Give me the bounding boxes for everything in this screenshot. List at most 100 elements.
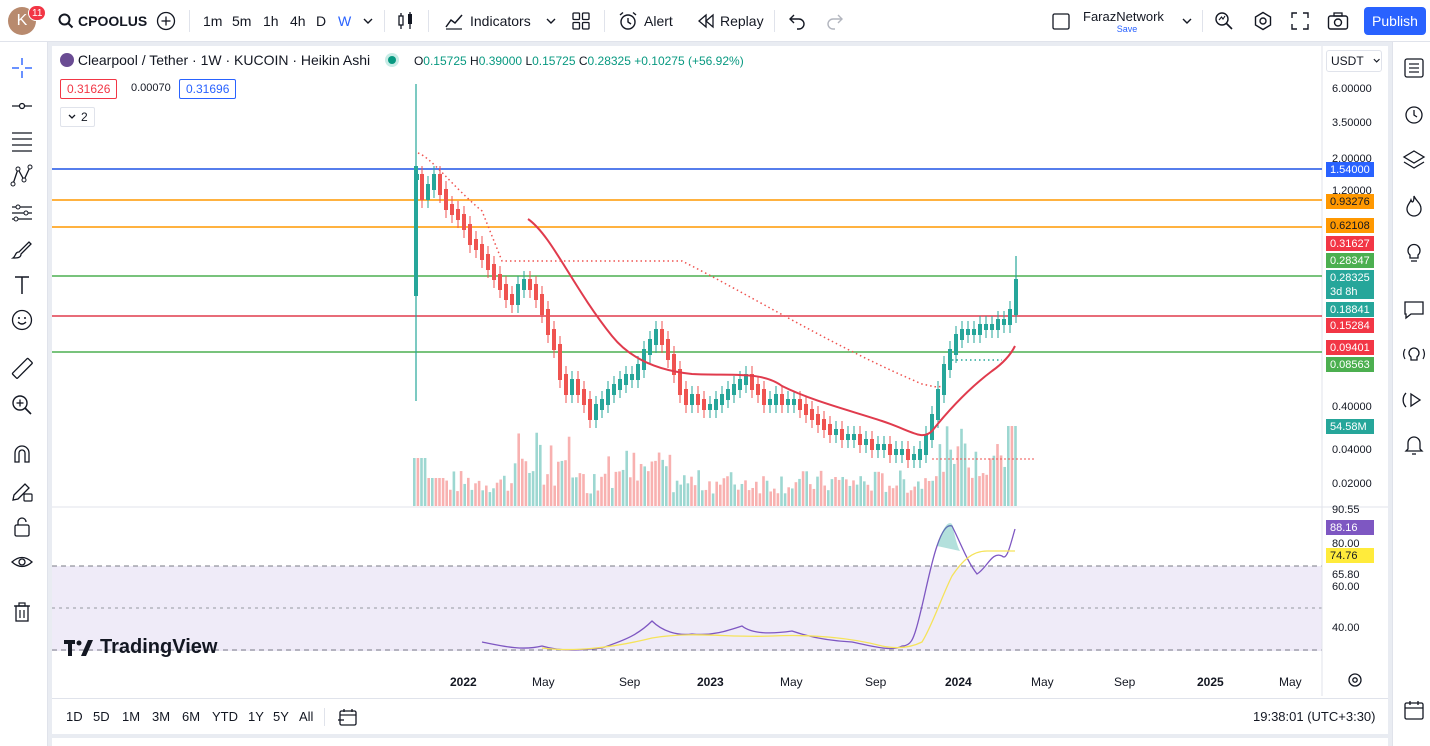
volume-bar xyxy=(542,484,546,506)
interval-dropdown[interactable] xyxy=(362,0,374,42)
layout-name-button[interactable]: FarazNetwork Save xyxy=(1083,9,1183,34)
chart-pane[interactable]: Clearpool / Tether · 1W · KUCOIN · Heiki… xyxy=(52,46,1388,734)
indicators-collapse-button[interactable]: 2 xyxy=(60,107,95,127)
interval-4h[interactable]: 4h xyxy=(290,0,306,42)
fullscreen-button[interactable] xyxy=(1291,0,1309,42)
price-axis-tag: 0.08563 xyxy=(1326,357,1374,372)
tradingview-logo: TradingView xyxy=(64,636,217,659)
candle-body xyxy=(660,329,664,345)
emoji-tool[interactable] xyxy=(8,306,36,334)
candle-body xyxy=(582,389,586,405)
watermark-text: TradingView xyxy=(100,636,218,658)
snapshot-button[interactable] xyxy=(1327,0,1349,42)
crosshair-tool[interactable] xyxy=(8,54,36,82)
alarm-clock-icon xyxy=(619,11,637,30)
range-6m[interactable]: 6M xyxy=(182,709,200,724)
candle-body xyxy=(960,329,964,340)
volume-bar xyxy=(481,490,484,506)
publish-button[interactable]: Publish xyxy=(1364,7,1426,35)
interval-d[interactable]: D xyxy=(316,0,326,42)
templates-button[interactable] xyxy=(571,0,591,42)
candle-body xyxy=(876,444,880,450)
pencil-lock-icon xyxy=(12,483,33,502)
trend-line-tool[interactable] xyxy=(8,92,36,120)
symbol-search[interactable]: CPOOLUS xyxy=(58,0,147,42)
volume-bar xyxy=(661,459,664,506)
goto-date-button[interactable] xyxy=(338,707,358,730)
notifications-button[interactable] xyxy=(1400,430,1428,458)
range-1m[interactable]: 1M xyxy=(122,709,140,724)
sell-button[interactable]: 0.31626 xyxy=(60,79,118,99)
zoom-tool[interactable] xyxy=(8,391,36,419)
drawing-mode-tool[interactable] xyxy=(8,477,36,505)
ideas-button[interactable] xyxy=(1400,238,1428,266)
ask-price: 0.31696 xyxy=(186,82,230,96)
interval-1m[interactable]: 1m xyxy=(203,0,222,42)
zoom-in-icon xyxy=(12,395,32,415)
indicators-dropdown[interactable] xyxy=(545,0,557,42)
settings-button[interactable] xyxy=(1253,0,1273,42)
chart-type-button[interactable] xyxy=(396,0,416,42)
alert-button[interactable]: Alert xyxy=(618,0,673,42)
layout-dropdown[interactable] xyxy=(1181,0,1193,42)
calendar-button[interactable] xyxy=(1400,386,1428,414)
candle-body xyxy=(666,339,670,360)
lock-drawings-tool[interactable] xyxy=(8,513,36,541)
price-axis-tag: 0.15284 xyxy=(1326,318,1374,333)
volume-bar xyxy=(848,485,852,506)
chats-button[interactable] xyxy=(1400,296,1428,324)
currency-select[interactable]: USDT xyxy=(1326,50,1382,72)
range-5y[interactable]: 5Y xyxy=(273,709,289,724)
fib-tool[interactable] xyxy=(8,127,36,155)
range-5d[interactable]: 5D xyxy=(93,709,110,724)
hide-drawings-tool[interactable] xyxy=(8,548,36,576)
candle-body xyxy=(738,379,742,390)
range-all[interactable]: All xyxy=(299,709,313,724)
watchlist-button[interactable] xyxy=(1400,54,1428,82)
candle-body xyxy=(486,254,490,270)
range-1d[interactable]: 1D xyxy=(66,709,83,724)
range-3m[interactable]: 3M xyxy=(152,709,170,724)
pattern-tool[interactable] xyxy=(8,162,36,190)
data-window-button[interactable] xyxy=(1400,696,1428,724)
interval-w[interactable]: W xyxy=(338,0,351,42)
redo-button[interactable] xyxy=(826,0,844,42)
volume-bar xyxy=(801,471,805,506)
object-tree-button[interactable] xyxy=(1400,146,1428,174)
layout-square-icon-button[interactable] xyxy=(1051,0,1071,42)
remove-drawings-tool[interactable] xyxy=(8,598,36,626)
price-chart[interactable] xyxy=(52,46,1388,696)
volume-bar xyxy=(708,481,711,506)
measure-tool[interactable] xyxy=(8,354,36,382)
hotlists-button[interactable] xyxy=(1400,192,1428,220)
streams-button[interactable] xyxy=(1400,340,1428,368)
volume-bar xyxy=(945,426,949,506)
axis-settings-button[interactable] xyxy=(1347,672,1363,693)
replay-button[interactable]: Replay xyxy=(697,0,764,42)
volume-bar xyxy=(827,490,830,506)
ruler-icon xyxy=(11,357,33,379)
volume-bar xyxy=(693,485,697,506)
volume-bar xyxy=(506,490,510,506)
candle-body xyxy=(600,399,604,410)
interval-5m[interactable]: 5m xyxy=(232,0,251,42)
clock-timezone[interactable]: 19:38:01 (UTC+3:30) xyxy=(1253,709,1375,724)
buy-button[interactable]: 0.31696 xyxy=(179,79,237,99)
quick-search-button[interactable] xyxy=(1214,0,1234,42)
range-1y[interactable]: 1Y xyxy=(248,709,264,724)
price-axis-tag: 0.62108 xyxy=(1326,218,1374,233)
range-label: 3M xyxy=(152,709,171,724)
open-value: 0.15725 xyxy=(423,54,467,68)
brush-tool[interactable] xyxy=(8,236,36,264)
compare-symbol-button[interactable] xyxy=(156,0,176,42)
indicators-button[interactable]: Indicators xyxy=(444,0,531,42)
time-axis-label: Sep xyxy=(865,675,887,689)
interval-1h[interactable]: 1h xyxy=(263,0,279,42)
magnet-tool[interactable] xyxy=(8,440,36,468)
volume-bar xyxy=(549,445,553,506)
text-tool[interactable] xyxy=(8,271,36,299)
undo-button[interactable] xyxy=(788,0,806,42)
range-ytd[interactable]: YTD xyxy=(212,709,238,724)
forecast-tool[interactable] xyxy=(8,199,36,227)
alerts-panel-button[interactable] xyxy=(1400,100,1428,128)
